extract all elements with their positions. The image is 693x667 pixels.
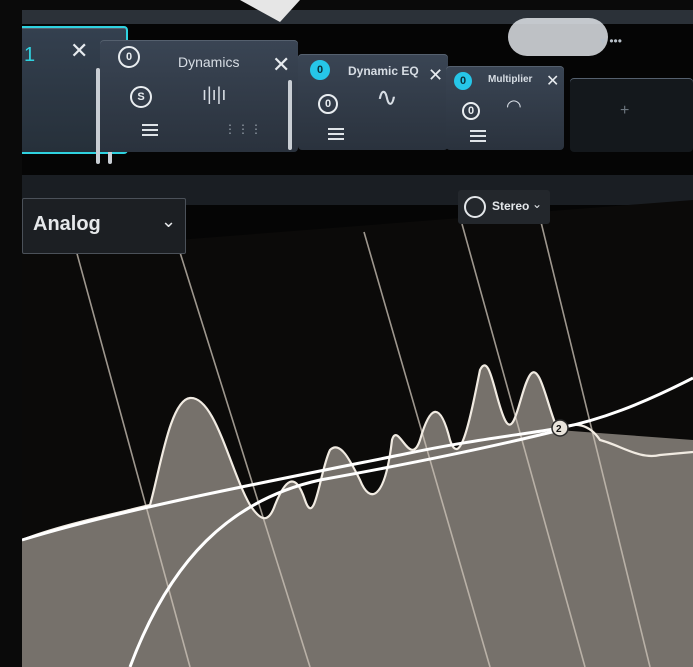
eq-node-label: 2: [556, 424, 562, 435]
chevron-down-icon: ⌄: [161, 211, 177, 231]
mode-dropdown[interactable]: Analog ⌄: [22, 198, 186, 254]
channel-dropdown[interactable]: Stereo ⌄: [458, 190, 550, 224]
plugin-window: ▾ ••• 1 ✕ 0 S Dynamics ı|ı|ı ⋮⋮⋮ ✕ 0 0 D…: [0, 0, 693, 667]
chevron-down-icon: ⌄: [532, 197, 543, 211]
stereo-icon: [464, 196, 486, 218]
mode-value: Analog: [33, 213, 101, 235]
analyzer-graph[interactable]: 2: [0, 0, 693, 667]
channel-value: Stereo: [492, 199, 530, 213]
